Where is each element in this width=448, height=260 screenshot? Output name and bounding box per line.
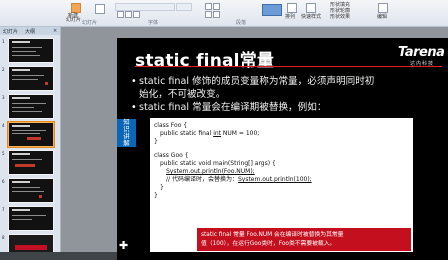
bullet-1-cont[interactable]: 始化，不可被改变。 [139,89,225,100]
slide-thumbnail[interactable] [8,38,54,63]
thumbnail-number: 4 [2,123,5,128]
slide-thumbnail[interactable] [8,206,54,231]
bullet-2[interactable]: • static final 常量会在编译期被替换，例如： [131,102,326,113]
code-line: System.out.println(Foo.NUM); [166,168,255,175]
slide-thumbnail-current[interactable] [8,122,54,147]
group-font-label: 字体 [148,20,159,26]
code-line: class Goo { [154,152,189,159]
slide-canvas[interactable]: static final常量 Tarena 达内科技 • static final… [117,38,448,260]
underline-icon[interactable] [133,11,140,18]
bullet-text: static final [139,102,193,113]
slide-thumbnail[interactable] [8,178,54,203]
code-example-box[interactable]: class Foo { public static final int NUM … [150,118,413,252]
code-line: public static void main(String[] args) { [160,160,276,167]
bullet-dot: • [131,102,137,113]
pane-tabs: 幻灯片 大纲 × [0,27,60,35]
logo-word: Tarena [398,45,445,60]
tab-outline[interactable]: 大纲 [25,28,35,35]
code-line: class Foo { [154,122,188,129]
thumbnail-number: 7 [2,207,5,212]
ribbon: 新建 幻灯片 幻灯片 字体 段落 排列 快速样式 形状填充 形状轮廓 形状效果 … [0,0,448,27]
edit-icon[interactable] [378,3,388,13]
bullet-text: static final [139,76,193,87]
slide-thumbnail[interactable] [8,66,54,91]
bullet-text-cn: 常量会在编译期被替换，例如： [192,102,327,113]
close-pane-icon[interactable]: × [53,28,57,34]
shape-effects-button[interactable]: 形状效果 [330,13,350,20]
slide-editing-area: static final常量 Tarena 达内科技 • static final… [61,27,448,260]
callout-line: static final 常量 Foo.NUM 会在编译时被替换为其常量 [201,232,344,238]
thumbnail-number: 2 [2,67,5,72]
slide-thumbnail[interactable] [8,150,54,175]
new-slide-sub[interactable]: 幻灯片 [66,16,81,23]
numbering-icon[interactable] [213,3,220,10]
shapes-icon[interactable] [262,4,282,16]
thumbnail-number: 8 [2,235,5,240]
quick-styles-icon[interactable] [306,3,316,13]
font-name-box[interactable] [115,3,175,11]
tab-slides[interactable]: 幻灯片 [3,28,18,35]
arrange-icon[interactable] [287,3,297,13]
bullet-1[interactable]: • static final 修饰的成员变量称为常量，必须声明同时初 [131,76,374,87]
code-line: } [154,138,158,145]
arrange-label[interactable]: 排列 [285,13,295,20]
italic-icon[interactable] [125,11,132,18]
callout-line: 值（100），在运行Goo类时，Foo类不需要被载入。 [201,241,336,247]
edit-label[interactable]: 编辑 [377,13,387,20]
title-rule [135,66,442,67]
code-line: } [154,192,158,199]
bullet-text-cn: 修饰的成员变量称为常量，必须声明同时初 [192,76,375,87]
code-line: public static final int NUM = 100; [160,130,260,137]
group-slides-label: 幻灯片 [82,20,98,26]
code-line: // 代码编译时，会替换为：System.out.println(100); [166,176,312,183]
explanation-callout[interactable]: static final 常量 Foo.NUM 会在编译时被替换为其常量 值（1… [197,228,411,251]
slide-thumbnail[interactable] [8,94,54,119]
quick-styles-label[interactable]: 快速样式 [301,13,321,20]
thumbnail-number: 1 [2,39,5,44]
bold-icon[interactable] [117,11,124,18]
thumbnail-number: 3 [2,95,5,100]
cursor-crosshair-icon: ✚ [119,239,129,252]
font-size-box[interactable] [176,3,192,11]
align-left-icon[interactable] [205,11,212,18]
knowledge-tag: 知识讲解 [117,119,136,147]
knowledge-tag-text: 知识讲解 [123,118,130,147]
group-paragraph-label: 段落 [236,20,247,26]
tarena-logo: Tarena 达内科技 [398,45,448,67]
bullet-dot: • [131,76,137,87]
align-center-icon[interactable] [213,11,220,18]
code-line: } [160,184,164,191]
layout-icon[interactable] [95,4,105,14]
slide-title[interactable]: static final常量 [135,46,274,71]
slide-thumbnail-pane: 幻灯片 大纲 × 1 2 3 4 5 6 7 8 [0,27,61,252]
slide-thumbnail[interactable] [8,234,54,252]
bullets-icon[interactable] [205,3,212,10]
thumbnail-number: 6 [2,179,5,184]
thumbnail-number: 5 [2,151,5,156]
bullet-text-cn: 始化，不可被改变。 [139,89,226,100]
